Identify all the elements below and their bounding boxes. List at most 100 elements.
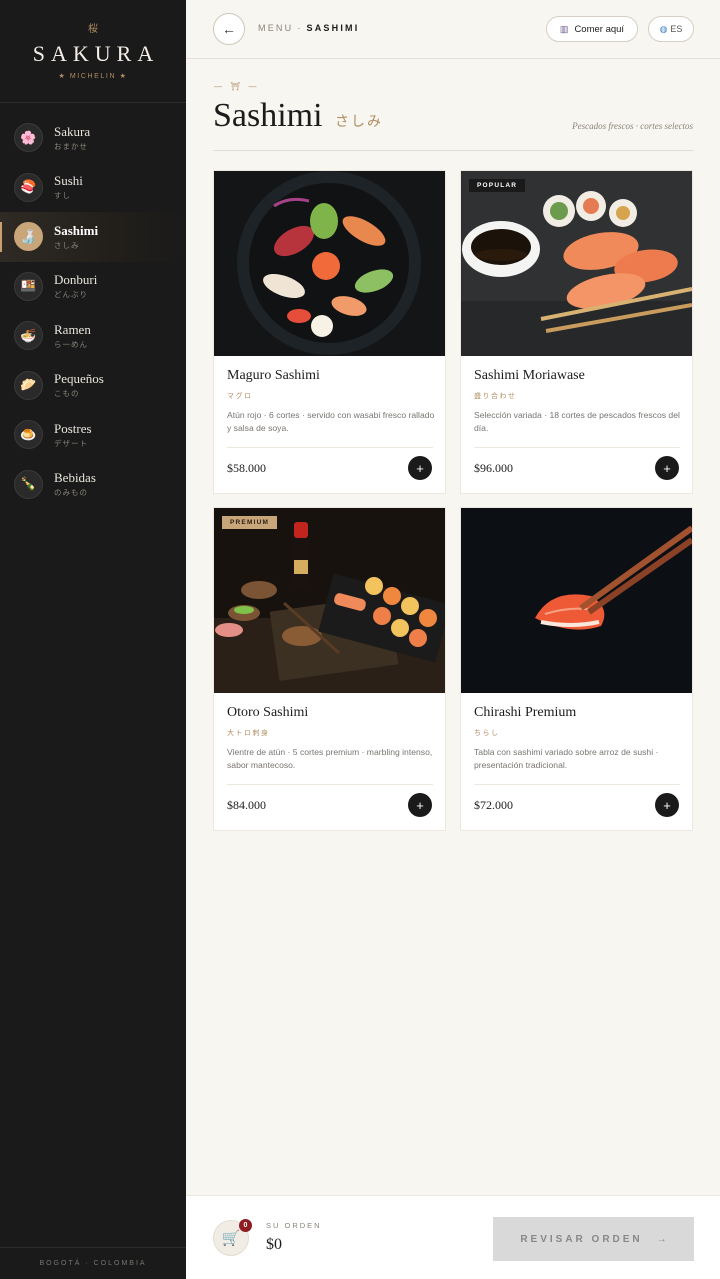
breadcrumb-current: SASHIMI [306, 23, 360, 33]
divider [213, 150, 694, 151]
language-label: ES [670, 24, 683, 34]
sidebar-item-ramen[interactable]: 🍜 Ramen ら一めん [0, 311, 186, 361]
dine-in-button[interactable]: ▥ Comer aquí [546, 16, 638, 42]
sidebar-item-sashimi[interactable]: 🍶 Sashimi さしみ [0, 212, 186, 262]
page-subtitle: Pescados frescos · cortes selectos [572, 121, 693, 131]
divider [474, 784, 680, 785]
premium-badge: PREMIUM [222, 516, 278, 529]
breadcrumb-menu[interactable]: MENU [258, 23, 293, 33]
dine-in-label: Comer aquí [574, 23, 625, 35]
arrow-left-icon: ← [222, 21, 236, 37]
breadcrumb-separator: · [297, 23, 303, 33]
review-order-button[interactable]: REVISAR ORDEN → [493, 1217, 694, 1261]
plus-icon: + [663, 460, 671, 476]
product-image [461, 508, 692, 693]
product-description: Tabla con sashimi variado sobre arroz de… [474, 747, 659, 770]
ramen-icon: 🍜 [14, 321, 43, 351]
sidebar-item-pequenos[interactable]: 🥟 Pequeños こもの [0, 361, 186, 411]
product-description: Vientre de atún · 5 cortes premium · mar… [227, 747, 433, 770]
back-button[interactable]: ← [213, 13, 245, 45]
globe-icon: ◍ [659, 23, 668, 34]
order-bar: 🛒 0 SU ORDEN $0 REVISAR ORDEN → [186, 1195, 720, 1279]
product-image [214, 171, 445, 356]
sidebar-item-label: Donburi [54, 272, 98, 288]
cart-count-badge: 0 [239, 1219, 252, 1232]
product-name-jp: ちらし [474, 729, 500, 737]
location-footer: BOGOTÁ · COLOMBIA [0, 1247, 186, 1279]
drink-bottle-icon: 🍾 [14, 469, 43, 499]
donburi-icon: 🍱 [14, 271, 43, 301]
sidebar-item-label: Ramen [54, 321, 91, 337]
add-to-order-button[interactable]: + [408, 456, 432, 480]
sidebar-item-postres[interactable]: 🍮 Postres デザート [0, 410, 186, 460]
divider [474, 447, 680, 448]
plus-icon: + [416, 797, 424, 813]
sidebar-item-sakura[interactable]: 🌸 Sakura おまかせ [0, 113, 186, 163]
product-card-chirashi[interactable]: Chirashi Premium ちらし Tabla con sashimi v… [460, 507, 693, 831]
dumpling-icon: 🥟 [14, 370, 43, 400]
product-price: $58.000 [227, 461, 266, 475]
product-price: $72.000 [474, 798, 513, 812]
table-icon: ▥ [559, 23, 569, 34]
sashimi-icon: 🍶 [14, 222, 43, 252]
sidebar-item-donburi[interactable]: 🍱 Donburi どんぶり [0, 262, 186, 312]
add-to-order-button[interactable]: + [655, 793, 679, 817]
category-nav: 🌸 Sakura おまかせ 🍣 Sushi すし 🍶 Sashimi さしみ 🍱… [0, 113, 186, 509]
sidebar-item-sub: こもの [54, 389, 80, 399]
product-description: Selección variada · 18 cortes de pescado… [474, 410, 680, 433]
top-header: ← MENU · SASHIMI ▥ Comer aquí ◍ ES [186, 0, 720, 59]
divider [227, 447, 433, 448]
product-name: Chirashi Premium [474, 705, 577, 720]
product-image: PREMIUM [214, 508, 445, 693]
product-price: $84.000 [227, 798, 266, 812]
breadcrumb: MENU · SASHIMI [258, 23, 359, 33]
add-to-order-button[interactable]: + [655, 456, 679, 480]
order-label: SU ORDEN [266, 1221, 322, 1230]
popular-badge: POPULAR [469, 179, 526, 192]
plus-icon: + [663, 797, 671, 813]
arrow-right-icon: → [656, 1233, 667, 1245]
product-name-jp: 大トロ刺身 [227, 729, 270, 737]
sidebar-item-sub: のみもの [54, 488, 88, 498]
sidebar-item-label: Postres [54, 420, 92, 436]
sushi-icon: 🍣 [14, 172, 43, 202]
order-total: $0 [266, 1236, 282, 1253]
sidebar-item-sub: どんぶり [54, 290, 88, 300]
sidebar-item-sushi[interactable]: 🍣 Sushi すし [0, 163, 186, 213]
divider [227, 784, 433, 785]
brand-logo[interactable]: 桜 SAKURA ★ MICHELIN ★ [0, 0, 186, 103]
page-title: Sashimi [213, 97, 323, 134]
product-image: POPULAR [461, 171, 692, 356]
sidebar-item-label: Bebidas [54, 470, 96, 486]
sidebar-item-bebidas[interactable]: 🍾 Bebidas のみもの [0, 460, 186, 510]
brand-kanji: 桜 [88, 24, 98, 35]
product-name-jp: 盛り合わせ [474, 392, 517, 400]
sidebar-item-label: Sakura [54, 123, 91, 139]
product-description: Atún rojo · 6 cortes · servido con wasab… [227, 410, 435, 433]
sidebar: 桜 SAKURA ★ MICHELIN ★ 🌸 Sakura おまかせ 🍣 Su… [0, 0, 186, 1279]
product-name-jp: マグロ [227, 392, 253, 400]
product-name: Otoro Sashimi [227, 705, 309, 720]
plus-icon: + [416, 460, 424, 476]
review-order-label: REVISAR ORDEN [520, 1233, 643, 1245]
dessert-icon: 🍮 [14, 420, 43, 450]
title-ornament: — ⛩ — [214, 82, 260, 91]
sidebar-item-label: Sashimi [54, 222, 99, 238]
product-name: Sashimi Moriawase [474, 368, 585, 383]
product-price: $96.000 [474, 461, 513, 475]
sidebar-item-sub: すし [54, 191, 71, 201]
brand-tagline: ★ MICHELIN ★ [58, 73, 128, 80]
product-card-moriawase[interactable]: POPULAR Sashimi Moriawase 盛り合わせ Selecció… [460, 170, 693, 494]
cherry-blossom-icon: 🌸 [14, 123, 43, 153]
sidebar-item-label: Pequeños [54, 371, 104, 387]
sidebar-item-sub: ら一めん [54, 339, 88, 349]
sidebar-item-sub: おまかせ [54, 141, 88, 151]
product-card-otoro[interactable]: PREMIUM Otoro Sashimi 大トロ刺身 Vientre de a… [213, 507, 446, 831]
product-card-maguro[interactable]: Maguro Sashimi マグロ Atún rojo · 6 cortes … [213, 170, 446, 494]
add-to-order-button[interactable]: + [408, 793, 432, 817]
sidebar-item-sub: さしみ [54, 240, 80, 250]
sidebar-item-label: Sushi [54, 173, 83, 189]
product-name: Maguro Sashimi [227, 368, 320, 383]
sidebar-item-sub: デザート [54, 438, 88, 448]
language-button[interactable]: ◍ ES [648, 16, 694, 42]
